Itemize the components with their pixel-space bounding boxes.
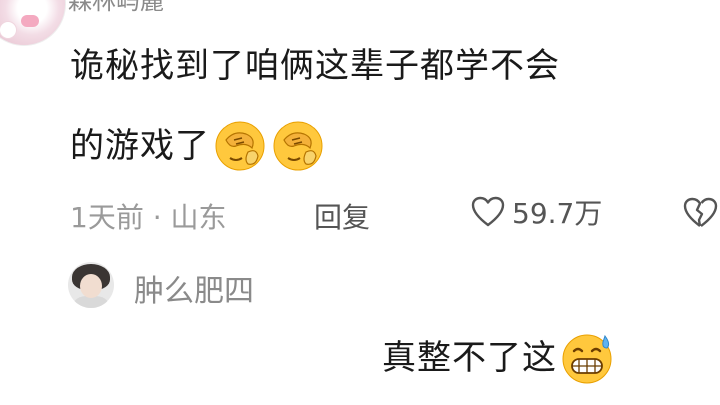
- facepalm-emoji-icon: [273, 121, 323, 171]
- avatar-decoration: [0, 21, 17, 39]
- comment-meta-row: 1天前 · 山东 回复 59.7万: [70, 190, 720, 236]
- comment-text-line-2-container: 的游戏了: [70, 118, 326, 174]
- broken-heart-icon[interactable]: [682, 196, 718, 230]
- commenter-username[interactable]: 森林屿麓: [68, 0, 164, 16]
- reply-button[interactable]: 回复: [314, 196, 370, 236]
- grimacing-sweat-emoji-icon: [562, 334, 612, 384]
- comment-text-line-1: 诡秘找到了咱俩这辈子都学不会: [70, 46, 560, 86]
- reply-text-container: 真整不了这: [382, 330, 615, 386]
- comment-time-location: 1天前 · 山东: [70, 201, 227, 234]
- reply-avatar[interactable]: [68, 262, 114, 308]
- reply-username[interactable]: 肿么肥四: [134, 266, 254, 310]
- commenter-avatar[interactable]: [0, 0, 66, 46]
- reply-text: 真整不了这: [382, 338, 557, 378]
- heart-outline-icon: [471, 196, 505, 227]
- comment-text-line-2: 的游戏了: [70, 126, 210, 166]
- facepalm-emoji-icon: [215, 121, 265, 171]
- like-button[interactable]: 59.7万: [470, 192, 602, 232]
- avatar-decoration: [21, 15, 39, 27]
- like-count: 59.7万: [512, 197, 603, 230]
- avatar-face: [80, 274, 102, 298]
